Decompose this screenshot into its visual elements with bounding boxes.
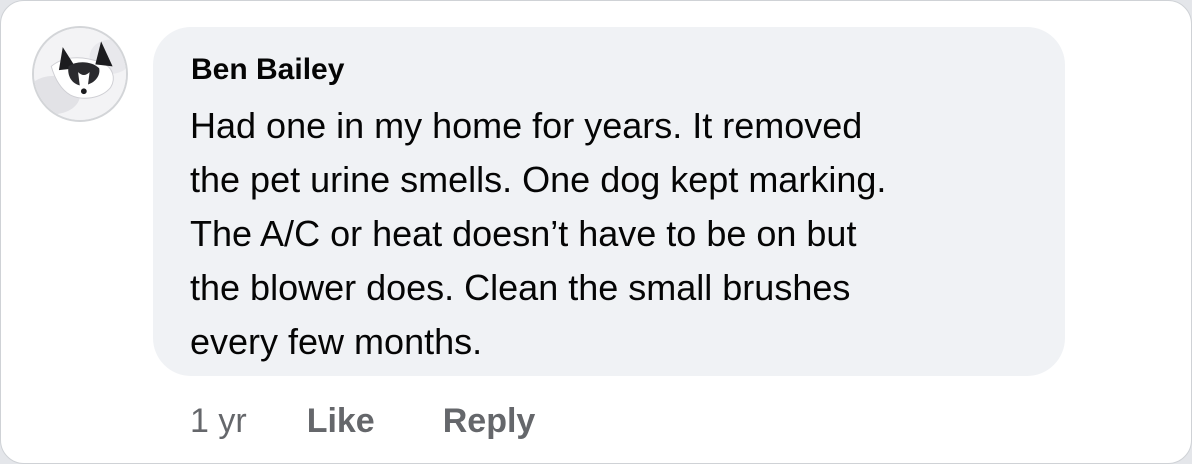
comment-author[interactable]: Ben Bailey (191, 51, 344, 89)
dog-photo-icon (34, 28, 126, 120)
comment-text-line: the pet urine smells. One dog kept marki… (190, 159, 887, 200)
comment-card: Ben Bailey Had one in my home for years.… (0, 0, 1192, 464)
comment-text-line: the blower does. Clean the small brushes (190, 267, 851, 308)
comment-text-line: The A/C or heat doesn’t have to be on bu… (190, 213, 857, 254)
comment-text-line: every few months. (190, 321, 483, 362)
comment-actions: 1 yr Like Reply (190, 397, 603, 445)
like-button[interactable]: Like (307, 402, 375, 441)
comment-text-line: Had one in my home for years. It removed (190, 105, 863, 146)
comment-timestamp[interactable]: 1 yr (190, 402, 247, 441)
comment-text: Had one in my home for years. It removed… (190, 99, 1040, 369)
reply-button[interactable]: Reply (443, 402, 536, 441)
comment-bubble: Ben Bailey Had one in my home for years.… (153, 27, 1065, 376)
avatar[interactable] (32, 26, 128, 122)
